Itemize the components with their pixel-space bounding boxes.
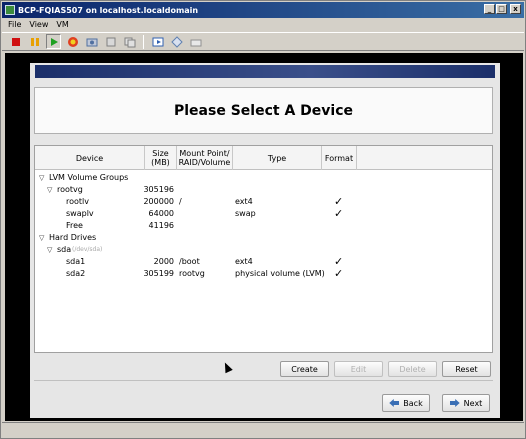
power-off-icon[interactable] — [8, 34, 23, 49]
device-size: 64000 — [148, 209, 174, 218]
expander-icon[interactable]: ▽ — [39, 232, 44, 244]
tree-row[interactable]: swaplv 64000 swap ✓ — [35, 208, 492, 220]
menu-file[interactable]: File — [8, 20, 21, 29]
send-keys-icon[interactable] — [188, 34, 203, 49]
device-name: swaplv — [66, 209, 94, 218]
vm-console-window: BCP-FQIAS507 on localhost.localdomain _ … — [0, 0, 526, 439]
maximize-button[interactable]: □ — [496, 4, 507, 14]
device-name: Hard Drives — [49, 233, 97, 242]
column-device[interactable]: Device — [35, 146, 145, 170]
device-name: rootlv — [66, 197, 89, 206]
create-button[interactable]: Create — [280, 361, 329, 377]
filesystem-type: swap — [235, 209, 256, 218]
delete-button[interactable]: Delete — [388, 361, 437, 377]
tree-row[interactable]: ▽ sda (/dev/sda) — [35, 244, 492, 256]
device-name: sda1 — [66, 257, 86, 266]
next-arrow-icon — [449, 399, 460, 407]
manage-snapshots-icon[interactable] — [122, 34, 137, 49]
device-size: 2000 — [153, 257, 174, 266]
device-size: 305196 — [143, 185, 174, 194]
mount-point: / — [179, 197, 182, 206]
format-check-icon: ✓ — [334, 267, 344, 280]
page-title-box: Please Select A Device — [34, 87, 493, 134]
device-size: 200000 — [143, 197, 174, 206]
button-separator — [34, 380, 493, 381]
tree-row[interactable]: ▽ rootvg 305196 — [35, 184, 492, 196]
pause-icon[interactable] — [27, 34, 42, 49]
minimize-button[interactable]: _ — [484, 4, 495, 14]
toolbar — [2, 32, 524, 51]
tree-header: Device Size (MB) Mount Point/ RAID/Volum… — [35, 146, 492, 170]
console-icon[interactable] — [169, 34, 184, 49]
installer-banner — [35, 65, 495, 78]
reset-icon[interactable] — [65, 34, 80, 49]
installer-panel: Please Select A Device Device Size (MB) … — [30, 63, 500, 418]
filesystem-type: ext4 — [235, 257, 253, 266]
tree-row[interactable]: Free 41196 — [35, 220, 492, 232]
mount-point: rootvg — [179, 269, 205, 278]
reset-button[interactable]: Reset — [442, 361, 491, 377]
expander-icon[interactable]: ▽ — [47, 244, 52, 256]
device-name: LVM Volume Groups — [49, 173, 129, 182]
device-size: 305199 — [143, 269, 174, 278]
next-button[interactable]: Next — [442, 394, 490, 412]
tree-row[interactable]: rootlv 200000/ext4 ✓ — [35, 196, 492, 208]
menu-view[interactable]: View — [29, 20, 48, 29]
device-tree[interactable]: Device Size (MB) Mount Point/ RAID/Volum… — [34, 145, 493, 353]
device-name: Free — [66, 221, 83, 230]
device-name: rootvg — [57, 185, 83, 194]
expander-icon[interactable]: ▽ — [47, 184, 52, 196]
tree-row[interactable]: ▽ LVM Volume Groups — [35, 172, 492, 184]
back-arrow-icon — [389, 399, 400, 407]
app-icon — [5, 5, 15, 15]
menu-bar: File View VM — [2, 18, 524, 31]
revert-snapshot-icon[interactable] — [103, 34, 118, 49]
tree-row[interactable]: sda1 2000/boot ext4 ✓ — [35, 256, 492, 268]
back-button[interactable]: Back — [382, 394, 430, 412]
tree-row[interactable]: sda2 305199 rootvg physical volume (LVM) ✓ — [35, 268, 492, 280]
device-name: sda2 — [66, 269, 86, 278]
column-size[interactable]: Size (MB) — [145, 146, 177, 170]
snapshot-icon[interactable] — [84, 34, 99, 49]
column-type[interactable]: Type — [233, 146, 322, 170]
edit-button[interactable]: Edit — [334, 361, 383, 377]
format-check-icon: ✓ — [334, 207, 344, 220]
window-controls: _ □ x — [484, 4, 521, 14]
play-icon[interactable] — [46, 34, 61, 49]
filesystem-type: physical volume (LVM) — [235, 269, 325, 278]
vm-screen[interactable]: Please Select A Device Device Size (MB) … — [5, 53, 523, 421]
window-title: BCP-FQIAS507 on localhost.localdomain — [18, 5, 199, 15]
device-path-hint: (/dev/sda) — [72, 246, 103, 253]
column-mount[interactable]: Mount Point/ RAID/Volume — [177, 146, 233, 170]
toolbar-separator — [143, 34, 144, 49]
expander-icon[interactable]: ▽ — [39, 172, 44, 184]
status-bar — [2, 422, 524, 438]
close-button[interactable]: x — [510, 4, 521, 14]
device-name: sda — [57, 245, 72, 254]
filesystem-type: ext4 — [235, 197, 253, 206]
page-title: Please Select A Device — [174, 102, 353, 119]
fullscreen-icon[interactable] — [150, 34, 165, 49]
next-button-label: Next — [463, 398, 483, 408]
column-format[interactable]: Format — [322, 146, 357, 170]
tree-row[interactable]: ▽ Hard Drives — [35, 232, 492, 244]
menu-vm[interactable]: VM — [56, 20, 68, 29]
back-button-label: Back — [403, 398, 423, 408]
title-bar: BCP-FQIAS507 on localhost.localdomain _ … — [2, 2, 524, 18]
device-size: 41196 — [148, 221, 174, 230]
mount-point: /boot — [179, 257, 200, 266]
